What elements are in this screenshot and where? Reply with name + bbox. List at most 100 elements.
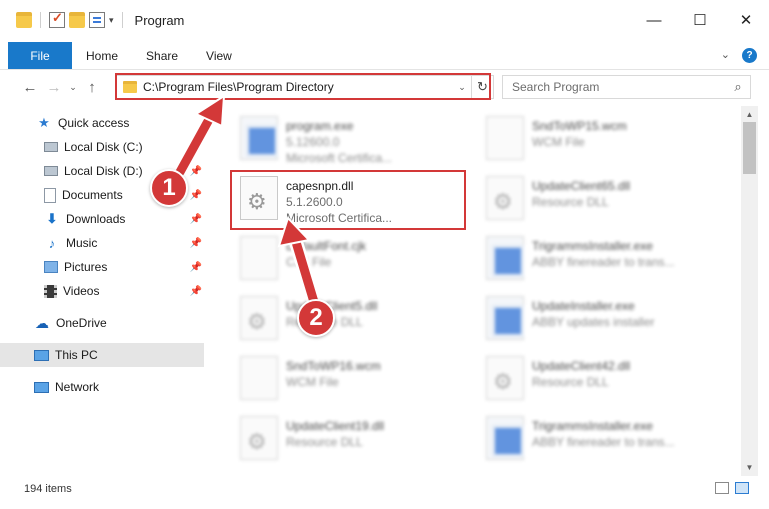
file-detail: 5.12600.0 [286, 135, 340, 149]
file-tile[interactable]: UpdateClient5.dll Resource DLL [232, 290, 472, 346]
folder-icon[interactable] [16, 12, 32, 28]
sidebar-item-label: Network [55, 380, 100, 394]
ribbon-right-controls: ⌄ ? [721, 48, 757, 63]
sidebar-item-network[interactable]: Network [0, 375, 204, 399]
download-icon: ⬇ [46, 211, 58, 226]
file-tile[interactable]: SndToWP16.wcm WCM File [232, 350, 472, 406]
file-detail: Resource DLL [532, 195, 609, 209]
file-list[interactable]: program.exe 5.12600.0 Microsoft Certific… [212, 106, 740, 476]
file-detail: Resource DLL [532, 375, 609, 389]
sidebar-item-quick-access[interactable]: ★ Quick access [0, 111, 204, 135]
file-tile[interactable]: program.exe 5.12600.0 Microsoft Certific… [232, 110, 472, 166]
file-tile[interactable]: SndToWP15.wcm WCM File [478, 110, 718, 166]
window-title: Program [134, 12, 185, 28]
file-detail: WCM File [286, 375, 339, 389]
step-2-badge: 2 [297, 299, 335, 337]
exe-file-icon [240, 116, 278, 160]
sidebar-item-label: Local Disk (C:) [64, 140, 143, 154]
file-name: UpdateClient65.dll [532, 179, 631, 193]
pictures-icon [44, 261, 58, 273]
file-tile[interactable]: UpdateClient42.dll Resource DLL [478, 350, 718, 406]
scroll-thumb[interactable] [743, 122, 756, 174]
file-name: UpdateClient42.dll [532, 359, 631, 373]
scroll-up-button[interactable]: ▲ [741, 106, 758, 123]
back-button[interactable]: ← [18, 75, 42, 99]
search-input[interactable] [512, 80, 726, 94]
file-tile[interactable]: UpdateClient19.dll Resource DLL [232, 410, 472, 466]
file-name: DefaultFont.cjk [286, 239, 367, 253]
sidebar-item-downloads[interactable]: ⬇ Downloads 📌 [0, 207, 204, 231]
star-icon: ★ [38, 115, 50, 130]
tab-file[interactable]: File [8, 42, 72, 69]
toolbar-divider [40, 12, 41, 28]
forward-button[interactable]: → [42, 75, 66, 99]
vertical-scrollbar[interactable]: ▲ ▼ [741, 106, 758, 476]
pin-icon: 📌 [189, 261, 202, 273]
file-tile[interactable]: TrigrammsInstaller.exe ABBY finereader t… [478, 410, 718, 466]
network-icon [34, 381, 49, 393]
sidebar-item-onedrive[interactable]: ☁ OneDrive [0, 311, 204, 335]
up-button[interactable]: ↑ [80, 75, 104, 99]
file-detail: CJK File [286, 255, 332, 269]
dll-file-icon [240, 416, 278, 460]
help-icon[interactable]: ? [742, 48, 757, 63]
status-bar: 194 items [0, 478, 769, 500]
file-tile[interactable]: UpdateClient65.dll Resource DLL [478, 170, 718, 226]
search-box[interactable]: ⌕ [502, 75, 751, 99]
sidebar-item-videos[interactable]: Videos 📌 [0, 279, 204, 303]
customize-toolbar-icon[interactable]: ▾ [109, 15, 114, 26]
quick-access-toolbar: ▾ [0, 10, 127, 28]
window-controls: — ☐ ✕ [631, 0, 769, 40]
file-name: SndToWP15.wcm [532, 119, 627, 133]
file-detail: Resource DLL [286, 435, 363, 449]
scroll-down-button[interactable]: ▼ [741, 459, 758, 476]
file-tile[interactable]: DefaultFont.cjk CJK File [232, 230, 472, 286]
navigation-pane: ★ Quick access Local Disk (C:) 📌 Local D… [0, 106, 210, 476]
file-detail: WCM File [532, 135, 585, 149]
recent-locations-button[interactable]: ⌄ [66, 75, 80, 99]
documents-icon [44, 187, 56, 203]
pin-icon: 📌 [189, 285, 202, 297]
sidebar-item-this-pc[interactable]: This PC [0, 343, 204, 367]
sidebar-item-local-disk-c[interactable]: Local Disk (C:) 📌 [0, 135, 204, 159]
new-folder-icon[interactable] [69, 12, 85, 28]
sidebar-item-pictures[interactable]: Pictures 📌 [0, 255, 204, 279]
properties-check-icon[interactable] [49, 10, 65, 28]
details-view-icon[interactable] [715, 482, 729, 494]
document-file-icon [240, 236, 278, 280]
close-button[interactable]: ✕ [723, 0, 769, 40]
disk-icon [44, 142, 58, 152]
sidebar-item-label: This PC [55, 348, 98, 362]
expand-ribbon-icon[interactable]: ⌄ [721, 48, 730, 63]
tab-view[interactable]: View [192, 42, 246, 69]
file-tile[interactable]: UpdateInstaller.exe ABBY updates install… [478, 290, 718, 346]
large-icons-view-icon[interactable] [735, 482, 749, 494]
exe-file-icon [486, 236, 524, 280]
file-name: UpdateClient19.dll [286, 419, 385, 433]
file-name: UpdateInstaller.exe [532, 299, 635, 313]
sidebar-item-label: Music [66, 236, 98, 250]
pin-icon: 📌 [189, 141, 202, 153]
properties-icon[interactable] [89, 12, 105, 28]
address-highlight-box [115, 73, 491, 100]
sidebar-item-label: Local Disk (D:) [64, 164, 143, 178]
search-icon[interactable]: ⌕ [726, 79, 750, 95]
cloud-icon: ☁ [35, 314, 49, 331]
videos-icon [44, 284, 57, 298]
file-name: SndToWP16.wcm [286, 359, 381, 373]
file-tile[interactable]: TrigrammsInstaller.exe ABBY finereader t… [478, 230, 718, 286]
sidebar-item-music[interactable]: ♪ Music 📌 [0, 231, 204, 255]
tab-home[interactable]: Home [72, 42, 132, 69]
pin-icon: 📌 [189, 189, 202, 201]
file-name: TrigrammsInstaller.exe [532, 419, 653, 433]
pin-icon: 📌 [189, 213, 202, 225]
maximize-button[interactable]: ☐ [677, 0, 723, 40]
document-file-icon [240, 356, 278, 400]
tab-share[interactable]: Share [132, 42, 192, 69]
file-name: program.exe [286, 119, 354, 133]
document-file-icon [486, 116, 524, 160]
view-switcher [715, 482, 749, 494]
pin-icon: 📌 [189, 237, 202, 249]
file-detail: ABBY finereader to trans... [532, 435, 675, 449]
minimize-button[interactable]: — [631, 0, 677, 40]
